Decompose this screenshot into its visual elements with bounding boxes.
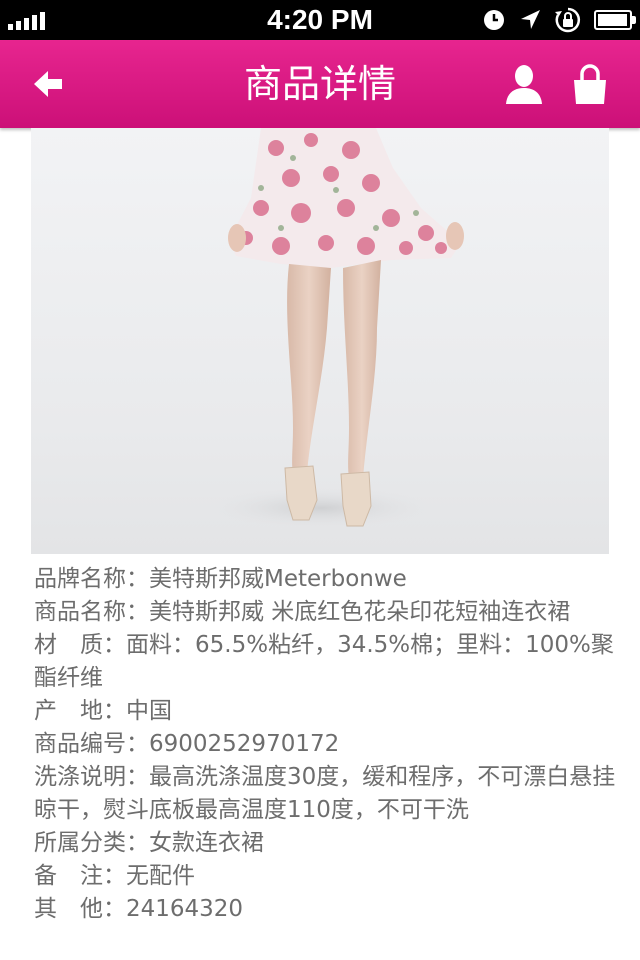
product-details: 品牌名称：美特斯邦威Meterbonwe 商品名称：美特斯邦威 米底红色花朵印花…	[34, 563, 624, 926]
detail-value: 无配件	[126, 863, 195, 889]
detail-label: 备 注：	[34, 863, 126, 889]
detail-label: 洗涤说明：	[34, 764, 149, 790]
detail-value: 女款连衣裙	[149, 830, 264, 856]
detail-row-notes: 备 注：无配件	[34, 860, 624, 893]
detail-row-name: 商品名称：美特斯邦威 米底红色花朵印花短袖连衣裙	[34, 596, 624, 629]
detail-label: 所属分类：	[34, 830, 149, 856]
detail-row-care: 洗涤说明：最高洗涤温度30度，缓和程序，不可漂白悬挂晾干，熨斗底板最高温度110…	[34, 761, 624, 827]
detail-label: 产 地：	[34, 698, 126, 724]
detail-value: 中国	[126, 698, 172, 724]
detail-row-origin: 产 地：中国	[34, 695, 624, 728]
detail-value: 24164320	[126, 896, 244, 922]
detail-label: 商品编号：	[34, 731, 149, 757]
user-icon	[506, 65, 542, 104]
shopping-bag-icon	[574, 64, 606, 104]
detail-value: 美特斯邦威 米底红色花朵印花短袖连衣裙	[149, 599, 571, 625]
nav-bar: 商品详情	[0, 40, 640, 128]
detail-label: 商品名称：	[34, 599, 149, 625]
cart-button[interactable]	[566, 60, 614, 108]
status-bar: 4:20 PM	[0, 0, 640, 40]
detail-value: 6900252970172	[149, 731, 340, 757]
user-button[interactable]	[500, 60, 548, 108]
detail-row-category: 所属分类：女款连衣裙	[34, 827, 624, 860]
detail-row-sku: 商品编号：6900252970172	[34, 728, 624, 761]
detail-label: 材 质：	[34, 632, 126, 658]
detail-row-other: 其 他：24164320	[34, 893, 624, 926]
detail-value: 美特斯邦威Meterbonwe	[149, 566, 407, 592]
orientation-lock-icon	[555, 7, 581, 33]
product-image	[31, 128, 609, 554]
detail-label: 其 他：	[34, 896, 126, 922]
product-photo	[201, 128, 464, 530]
detail-label: 品牌名称：	[34, 566, 149, 592]
detail-row-brand: 品牌名称：美特斯邦威Meterbonwe	[34, 563, 624, 596]
detail-row-material: 材 质：面料：65.5%粘纤，34.5%棉；里料：100%聚酯纤维	[34, 629, 624, 695]
clock-icon	[484, 10, 504, 30]
location-arrow-icon	[521, 10, 540, 29]
battery-icon	[594, 10, 636, 30]
